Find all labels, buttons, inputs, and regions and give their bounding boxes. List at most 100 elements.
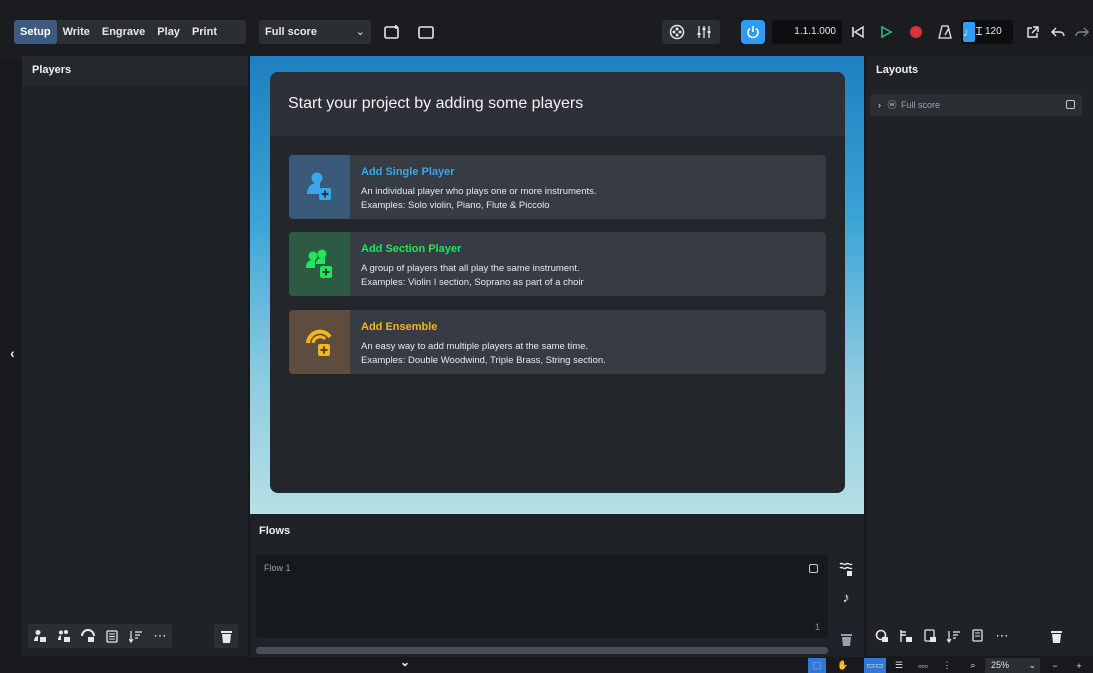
metronome-icon[interactable]: [933, 20, 957, 44]
mode-engrave-tab[interactable]: Engrave: [96, 20, 151, 44]
zoom-selector[interactable]: 25% ⌄: [985, 658, 1040, 673]
zoom-out-icon[interactable]: −: [1046, 658, 1064, 673]
undo-icon[interactable]: [1046, 20, 1070, 44]
add-ensemble-icon[interactable]: [76, 624, 100, 648]
zoom-in-icon[interactable]: +: [1070, 658, 1088, 673]
layout-selector[interactable]: Full score ⌄: [259, 20, 371, 44]
more-icon[interactable]: ⋯: [148, 624, 172, 648]
zoom-value: 25%: [991, 660, 1010, 670]
add-flow-icon[interactable]: [834, 555, 858, 583]
spreads-view-icon[interactable]: ▫▫▫: [912, 658, 934, 673]
layouts-panel-title: Layouts: [866, 56, 1093, 86]
add-ensemble-option[interactable]: Add Ensemble An easy way to add multiple…: [289, 310, 826, 374]
external-link-icon[interactable]: [1020, 20, 1044, 44]
add-section-player-icon[interactable]: [52, 624, 76, 648]
option-description-line: A group of players that all play the sam…: [361, 263, 580, 274]
flows-action-bar: ♪: [834, 555, 858, 653]
video-icon[interactable]: [665, 20, 689, 44]
add-full-score-layout-icon[interactable]: [870, 624, 894, 648]
mode-write-tab[interactable]: Write: [57, 20, 96, 44]
play-icon[interactable]: [874, 20, 898, 44]
tempo-value: 120: [985, 26, 1002, 37]
notes-icon[interactable]: [100, 624, 124, 648]
single-player-icon: [289, 155, 350, 219]
add-part-layout-icon[interactable]: [894, 624, 918, 648]
layout-options-icon[interactable]: [966, 624, 990, 648]
delete-layout-icon[interactable]: [1044, 624, 1068, 648]
top-toolbar: Setup Write Engrave Play Print Full scor…: [0, 0, 1093, 60]
option-description-line: An easy way to add multiple players at t…: [361, 341, 589, 352]
add-single-player-icon[interactable]: [28, 624, 52, 648]
selection-tool-icon[interactable]: ⬚: [808, 658, 826, 673]
flow-number: 1: [814, 622, 820, 632]
record-icon[interactable]: [904, 20, 928, 44]
players-panel-title: Players: [22, 56, 248, 86]
start-area: Start your project by adding some player…: [250, 56, 864, 514]
players-action-bar: ⋯: [28, 624, 172, 648]
collapse-bottom-icon[interactable]: ⌄: [400, 655, 410, 669]
music-note-icon[interactable]: ♪: [834, 583, 858, 611]
redo-icon[interactable]: [1070, 20, 1093, 44]
layouts-panel: Layouts › ⓦ Full score ⋯: [866, 56, 1093, 656]
tempo-display[interactable]: ♩ Ɪ 120: [961, 20, 1013, 44]
new-window-icon[interactable]: [414, 20, 438, 44]
players-panel: Players ⋯: [22, 56, 248, 656]
section-player-icon: [289, 232, 350, 296]
flow-checkbox[interactable]: [809, 564, 818, 573]
full-score-icon: ⓦ: [887, 100, 897, 110]
expand-left-icon[interactable]: ‹: [10, 345, 15, 361]
ensemble-icon: [289, 310, 350, 374]
timecode-display: 1.1.1.000: [772, 20, 842, 44]
mode-play-tab[interactable]: Play: [151, 20, 186, 44]
sort-icon[interactable]: [124, 624, 148, 648]
layout-selector-value: Full score: [265, 26, 317, 38]
zoom-icon[interactable]: ⌕: [964, 658, 982, 673]
option-examples-line: Examples: Violin I section, Soprano as p…: [361, 277, 584, 288]
option-examples-line: Examples: Solo violin, Piano, Flute & Pi…: [361, 200, 550, 211]
option-title: Add Section Player: [361, 243, 462, 255]
mode-switcher: Setup Write Engrave Play Print: [14, 20, 246, 44]
option-title: Add Single Player: [361, 166, 455, 178]
layout-checkbox[interactable]: [1066, 100, 1075, 109]
layout-row-label: Full score: [901, 100, 941, 110]
layout-row[interactable]: › ⓦ Full score: [870, 94, 1082, 116]
sort-layouts-icon[interactable]: [942, 624, 966, 648]
hand-tool-icon[interactable]: ✋: [834, 658, 852, 673]
new-tab-icon[interactable]: [380, 20, 404, 44]
add-section-player-option[interactable]: Add Section Player A group of players th…: [289, 232, 826, 296]
delete-flow-icon[interactable]: [834, 625, 858, 653]
option-description: An easy way to add multiple players at t…: [361, 340, 606, 368]
flows-panel-title: Flows: [250, 514, 864, 548]
tempo-cursor-icon: Ɪ: [976, 26, 983, 38]
mode-print-tab[interactable]: Print: [186, 20, 223, 44]
scroll-view-icon[interactable]: ⋮: [938, 658, 956, 673]
option-description: An individual player who plays one or mo…: [361, 185, 597, 213]
flows-panel: Flows Flow 1 1 ♪: [250, 514, 864, 657]
page-view-icon[interactable]: ▭▭: [864, 658, 886, 673]
add-single-player-option[interactable]: Add Single Player An individual player w…: [289, 155, 826, 219]
flows-scrollbar[interactable]: [256, 647, 828, 654]
rewind-icon[interactable]: [846, 20, 870, 44]
mixer-icon[interactable]: [692, 20, 716, 44]
start-card-heading: Start your project by adding some player…: [270, 72, 845, 136]
mode-setup-tab[interactable]: Setup: [14, 20, 57, 44]
galley-view-icon[interactable]: ☰: [890, 658, 908, 673]
more-icon[interactable]: ⋯: [990, 624, 1014, 648]
option-examples-line: Examples: Double Woodwind, Triple Brass,…: [361, 355, 606, 366]
chevron-down-icon: ⌄: [355, 26, 365, 38]
option-description: A group of players that all play the sam…: [361, 262, 584, 290]
left-collapse-strip: ‹: [0, 60, 22, 657]
flow-name: Flow 1: [264, 563, 291, 573]
power-icon[interactable]: [741, 20, 765, 44]
chevron-right-icon[interactable]: ›: [878, 100, 881, 110]
players-delete-bar: [214, 624, 238, 648]
add-custom-layout-icon[interactable]: [918, 624, 942, 648]
delete-icon[interactable]: [214, 624, 238, 648]
layouts-action-bar: ⋯: [870, 624, 1082, 648]
flow-card[interactable]: Flow 1 1: [256, 555, 828, 638]
option-description-line: An individual player who plays one or mo…: [361, 186, 597, 197]
option-title: Add Ensemble: [361, 321, 438, 333]
chevron-down-icon: ⌄: [1028, 660, 1036, 670]
start-card: Start your project by adding some player…: [270, 72, 845, 493]
note-value-icon: ♩: [963, 22, 975, 42]
